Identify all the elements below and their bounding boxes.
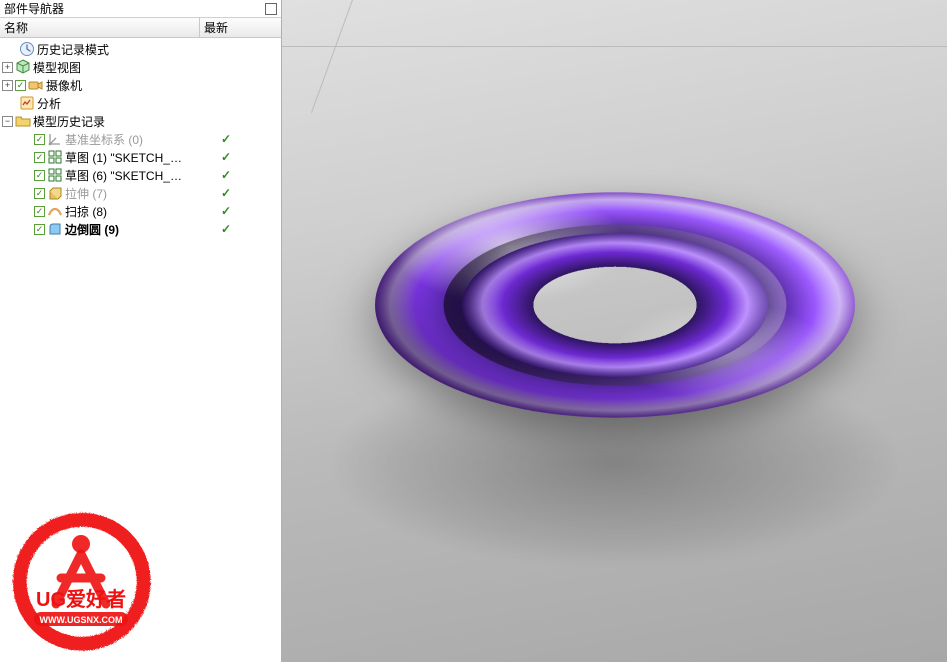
tree-item-camera[interactable]: + ✓ 摄像机 <box>0 76 281 94</box>
column-header-name[interactable]: 名称 <box>0 18 200 37</box>
grid-line <box>311 0 353 113</box>
tree-item-label: 分析 <box>37 95 61 112</box>
latest-check-icon: ✓ <box>221 204 281 218</box>
tree-item-label: 模型视图 <box>33 59 81 76</box>
edge-blend-icon <box>47 221 63 237</box>
logo-text-1: UG爱好者 <box>36 587 126 611</box>
tree-item-sweep[interactable]: ✓ 扫掠 (8) ✓ <box>0 202 281 220</box>
expand-icon[interactable]: + <box>2 80 13 91</box>
tree-item-sketch1[interactable]: ✓ 草图 (1) "SKETCH_… ✓ <box>0 148 281 166</box>
datum-csys-icon <box>47 131 63 147</box>
tree-item-analysis[interactable]: 分析 <box>0 94 281 112</box>
sweep-icon <box>47 203 63 219</box>
analysis-icon <box>19 95 35 111</box>
tree-item-label: 基准坐标系 (0) <box>65 131 143 148</box>
latest-check-icon: ✓ <box>221 150 281 164</box>
checkbox-icon[interactable]: ✓ <box>34 170 45 181</box>
tree-item-model-history[interactable]: − 模型历史记录 <box>0 112 281 130</box>
extrude-icon <box>47 185 63 201</box>
expand-icon[interactable]: + <box>2 62 13 73</box>
tree-header: 名称 最新 <box>0 18 281 38</box>
checkbox-icon[interactable]: ✓ <box>34 224 45 235</box>
panel-title: 部件导航器 <box>4 0 64 17</box>
clock-icon <box>19 41 35 57</box>
tree-item-label: 扫掠 (8) <box>65 203 107 220</box>
latest-check-icon: ✓ <box>221 132 281 146</box>
checkbox-icon[interactable]: ✓ <box>34 188 45 199</box>
cube-icon <box>15 59 31 75</box>
tree-item-label: 拉伸 (7) <box>65 185 107 202</box>
tree-item-sketch6[interactable]: ✓ 草图 (6) "SKETCH_… ✓ <box>0 166 281 184</box>
latest-check-icon: ✓ <box>221 168 281 182</box>
camera-icon <box>28 77 44 93</box>
folder-icon <box>15 113 31 129</box>
logo-text-2: WWW.UGSNX.COM <box>40 615 123 625</box>
tree-item-edge-blend[interactable]: ✓ 边倒圆 (9) ✓ <box>0 220 281 238</box>
3d-model[interactable] <box>375 192 855 417</box>
tree-item-label: 模型历史记录 <box>33 113 105 130</box>
checkbox-icon[interactable]: ✓ <box>15 80 26 91</box>
grid-line <box>282 46 947 47</box>
latest-check-icon: ✓ <box>221 186 281 200</box>
tree-item-extrude[interactable]: ✓ 拉伸 (7) ✓ <box>0 184 281 202</box>
tree-item-label: 草图 (6) "SKETCH_… <box>65 167 182 184</box>
panel-close-button[interactable] <box>265 3 277 15</box>
3d-viewport[interactable] <box>282 0 947 662</box>
watermark-logo: UG爱好者 WWW.UGSNX.COM <box>6 506 156 656</box>
checkbox-icon[interactable]: ✓ <box>34 134 45 145</box>
panel-title-bar: 部件导航器 <box>0 0 281 18</box>
column-header-latest[interactable]: 最新 <box>200 18 281 37</box>
latest-check-icon: ✓ <box>221 222 281 236</box>
expander-placeholder <box>6 44 17 55</box>
collapse-icon[interactable]: − <box>2 116 13 127</box>
tree-item-label: 摄像机 <box>46 77 82 94</box>
tree-item-history-mode[interactable]: 历史记录模式 <box>0 40 281 58</box>
tree-item-label: 历史记录模式 <box>37 41 109 58</box>
part-navigator-panel: 部件导航器 名称 最新 历史记录模式 + 模型视图 + ✓ <box>0 0 282 662</box>
sketch-icon <box>47 149 63 165</box>
sketch-icon <box>47 167 63 183</box>
checkbox-icon[interactable]: ✓ <box>34 206 45 217</box>
checkbox-icon[interactable]: ✓ <box>34 152 45 163</box>
tree-item-label: 草图 (1) "SKETCH_… <box>65 149 182 166</box>
tree-item-label: 边倒圆 (9) <box>65 221 119 238</box>
tree-item-model-view[interactable]: + 模型视图 <box>0 58 281 76</box>
tree-item-datum[interactable]: ✓ 基准坐标系 (0) ✓ <box>0 130 281 148</box>
